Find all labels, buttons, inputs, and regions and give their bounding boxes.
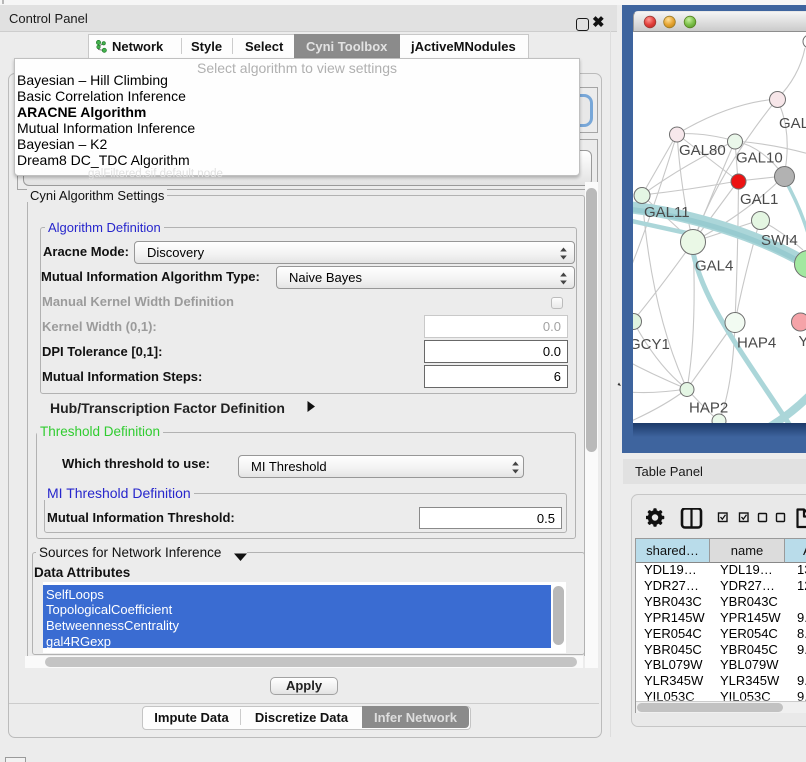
svg-text:SWI4: SWI4 (761, 232, 798, 249)
svg-text:HAP4: HAP4 (737, 335, 776, 352)
svg-text:GAL1: GAL1 (740, 191, 778, 208)
svg-text:GCY1: GCY1 (633, 336, 670, 353)
svg-text:GAL10: GAL10 (736, 150, 783, 167)
svg-text:GAL80: GAL80 (679, 142, 726, 159)
svg-text:HAP2: HAP2 (689, 400, 728, 417)
svg-text:GAL4: GAL4 (695, 258, 733, 275)
svg-text:GAL7: GAL7 (779, 115, 806, 132)
svg-text:Y: Y (799, 333, 806, 350)
svg-text:GAL11: GAL11 (644, 204, 690, 221)
